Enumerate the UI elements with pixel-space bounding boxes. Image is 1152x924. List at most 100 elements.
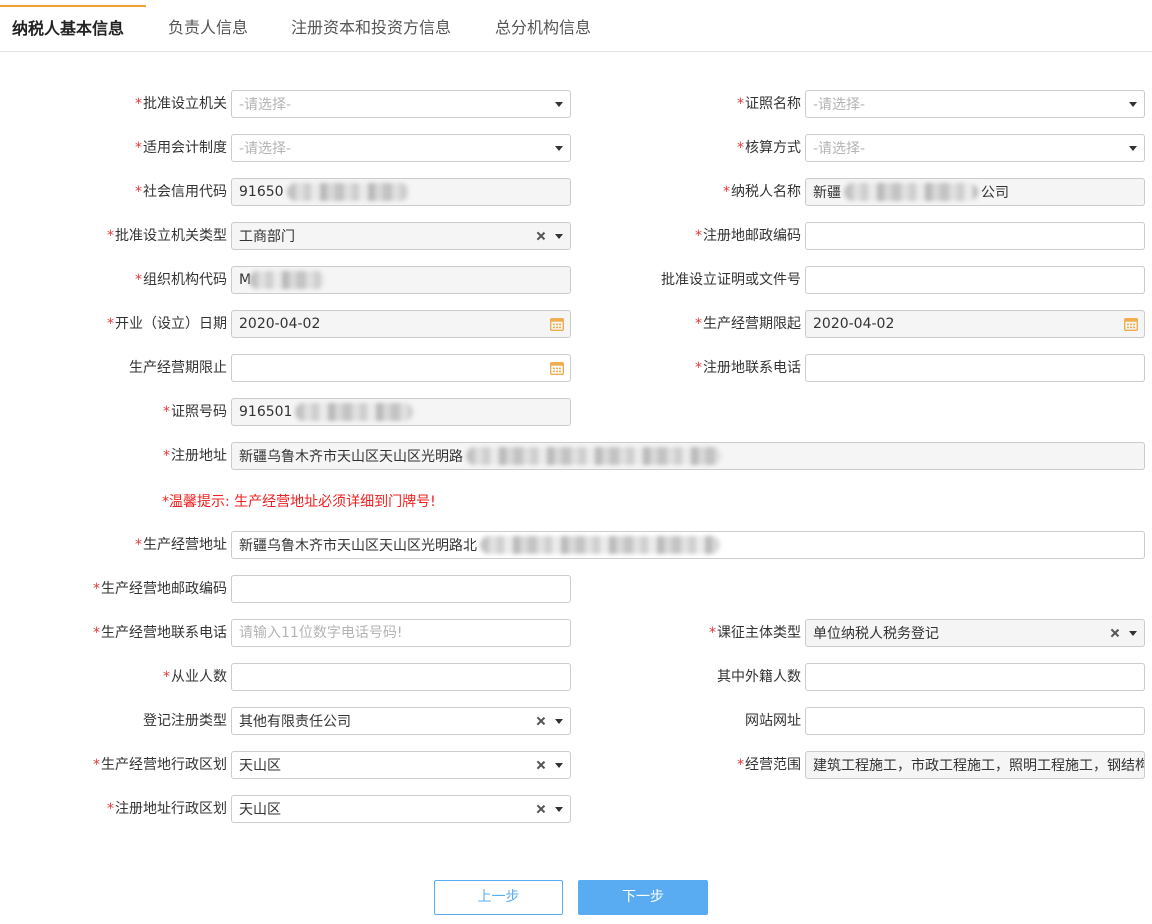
select-placeholder: -请选择- xyxy=(813,97,866,113)
label-biz-phone: *生产经营地联系电话 xyxy=(0,619,227,647)
required-mark: * xyxy=(93,625,100,641)
reg-phone-input[interactable] xyxy=(805,354,1145,382)
accounting-method-select[interactable]: -请选择- xyxy=(805,134,1145,162)
label-biz-postcode: *生产经营地邮政编码 xyxy=(0,575,227,603)
tab-label: 负责人信息 xyxy=(167,18,248,37)
reg-type-select[interactable]: 其他有限责任公司 xyxy=(231,707,571,735)
caret-down-icon[interactable] xyxy=(1129,631,1137,636)
redacted-area xyxy=(466,447,721,465)
tab-taxpayer-basic-info[interactable]: 纳税人基本信息 xyxy=(0,5,146,51)
approval-authority-select[interactable]: -请选择- xyxy=(231,90,571,118)
selected-value: 天山区 xyxy=(239,802,281,818)
accounting-system-select[interactable]: -请选择- xyxy=(231,134,571,162)
required-mark: * xyxy=(107,316,114,332)
tab-capital-investor-info[interactable]: 注册资本和投资方信息 xyxy=(270,5,472,51)
label-text: 从业人数 xyxy=(171,669,227,685)
label-open-date: *开业（设立）日期 xyxy=(0,310,227,338)
field-value: 新疆乌鲁木齐市天山区天山区光明路 xyxy=(239,449,463,465)
prev-step-button[interactable]: 上一步 xyxy=(434,880,563,915)
tab-principal-info[interactable]: 负责人信息 xyxy=(146,5,270,51)
label-text: 批准设立机关类型 xyxy=(115,228,227,244)
label-accounting-system: *适用会计制度 xyxy=(0,134,227,162)
period-end-input[interactable] xyxy=(231,354,571,382)
reg-postcode-input[interactable] xyxy=(805,222,1145,250)
required-mark: * xyxy=(135,96,142,112)
label-license-name: *证照名称 xyxy=(560,90,801,118)
approval-authority-type-select[interactable]: 工商部门 xyxy=(231,222,571,250)
label-text: 批准设立机关 xyxy=(143,96,227,112)
biz-address-input[interactable]: 新疆乌鲁木齐市天山区天山区光明路北 xyxy=(231,531,1145,559)
close-icon[interactable] xyxy=(1110,628,1120,638)
label-biz-scope: *经营范围 xyxy=(560,751,801,779)
label-biz-address: *生产经营地址 xyxy=(0,531,227,559)
taxpayer-name-field[interactable]: 新疆 公司 xyxy=(805,178,1145,206)
biz-phone-input[interactable] xyxy=(231,619,571,647)
biz-scope-field[interactable]: 建筑工程施工，市政工程施工，照明工程施工，钢结构 xyxy=(805,751,1145,779)
credit-code-field[interactable]: 91650 xyxy=(231,178,571,206)
address-notice: *温馨提示: 生产经营地址必须详细到门牌号! xyxy=(162,494,436,510)
label-website: 网站网址 xyxy=(560,707,801,735)
selected-value: 单位纳税人税务登记 xyxy=(813,626,939,642)
field-value: 新疆乌鲁木齐市天山区天山区光明路北 xyxy=(239,538,477,554)
employees-input[interactable] xyxy=(231,663,571,691)
org-code-field[interactable]: M xyxy=(231,266,571,294)
required-mark: * xyxy=(737,140,744,156)
required-mark: * xyxy=(93,757,100,773)
label-text: 生产经营期限起 xyxy=(703,316,801,332)
levy-subject-type-select[interactable]: 单位纳税人税务登记 xyxy=(805,619,1145,647)
biz-postcode-input[interactable] xyxy=(231,575,571,603)
redacted-area xyxy=(844,183,978,201)
label-text: 生产经营地邮政编码 xyxy=(101,581,227,597)
biz-division-select[interactable]: 天山区 xyxy=(231,751,571,779)
field-value: 91650 xyxy=(239,184,284,200)
label-text: 注册地址 xyxy=(171,448,227,464)
foreign-employees-input[interactable] xyxy=(805,663,1145,691)
label-text: 批准设立证明或文件号 xyxy=(661,272,801,288)
label-text: 生产经营地址 xyxy=(143,537,227,553)
redacted-area xyxy=(249,271,326,289)
label-text: 课征主体类型 xyxy=(717,625,801,641)
required-mark: * xyxy=(135,140,142,156)
calendar-icon[interactable] xyxy=(1124,317,1138,331)
close-icon[interactable] xyxy=(536,804,546,814)
tab-branch-info[interactable]: 总分机构信息 xyxy=(472,5,614,51)
label-text: 注册地联系电话 xyxy=(703,360,801,376)
tab-label: 注册资本和投资方信息 xyxy=(290,18,451,37)
label-reg-division: *注册地址行政区划 xyxy=(0,795,227,823)
label-taxpayer-name: *纳税人名称 xyxy=(560,178,801,206)
field-value-prefix: 新疆 xyxy=(813,185,841,201)
close-icon[interactable] xyxy=(536,716,546,726)
label-text: 经营范围 xyxy=(745,757,801,773)
reg-division-select[interactable]: 天山区 xyxy=(231,795,571,823)
close-icon[interactable] xyxy=(536,231,546,241)
caret-down-icon[interactable] xyxy=(1129,102,1137,107)
select-placeholder: -请选择- xyxy=(239,141,292,157)
open-date-input[interactable]: 2020-04-02 xyxy=(231,310,571,338)
label-text: 生产经营期限止 xyxy=(129,360,227,376)
next-step-button[interactable]: 下一步 xyxy=(578,880,708,915)
date-value: 2020-04-02 xyxy=(813,316,895,332)
label-text: 开业（设立）日期 xyxy=(115,316,227,332)
website-input[interactable] xyxy=(805,707,1145,735)
redacted-area xyxy=(480,536,720,554)
required-mark: * xyxy=(737,757,744,773)
label-credit-code: *社会信用代码 xyxy=(0,178,227,206)
caret-down-icon[interactable] xyxy=(555,807,563,812)
required-mark: * xyxy=(163,404,170,420)
label-text: 证照名称 xyxy=(745,96,801,112)
period-start-input[interactable]: 2020-04-02 xyxy=(805,310,1145,338)
approval-doc-no-input[interactable] xyxy=(805,266,1145,294)
required-mark: * xyxy=(737,96,744,112)
caret-down-icon[interactable] xyxy=(1129,146,1137,151)
label-approval-doc-no: 批准设立证明或文件号 xyxy=(560,266,801,294)
license-name-select[interactable]: -请选择- xyxy=(805,90,1145,118)
required-mark: * xyxy=(695,360,702,376)
label-text: 网站网址 xyxy=(745,713,801,729)
close-icon[interactable] xyxy=(536,760,546,770)
label-accounting-method: *核算方式 xyxy=(560,134,801,162)
required-mark: * xyxy=(695,316,702,332)
reg-address-field[interactable]: 新疆乌鲁木齐市天山区天山区光明路 xyxy=(231,442,1145,470)
label-text: 社会信用代码 xyxy=(143,184,227,200)
field-value: 916501 xyxy=(239,404,293,420)
license-no-field[interactable]: 916501 xyxy=(231,398,571,426)
